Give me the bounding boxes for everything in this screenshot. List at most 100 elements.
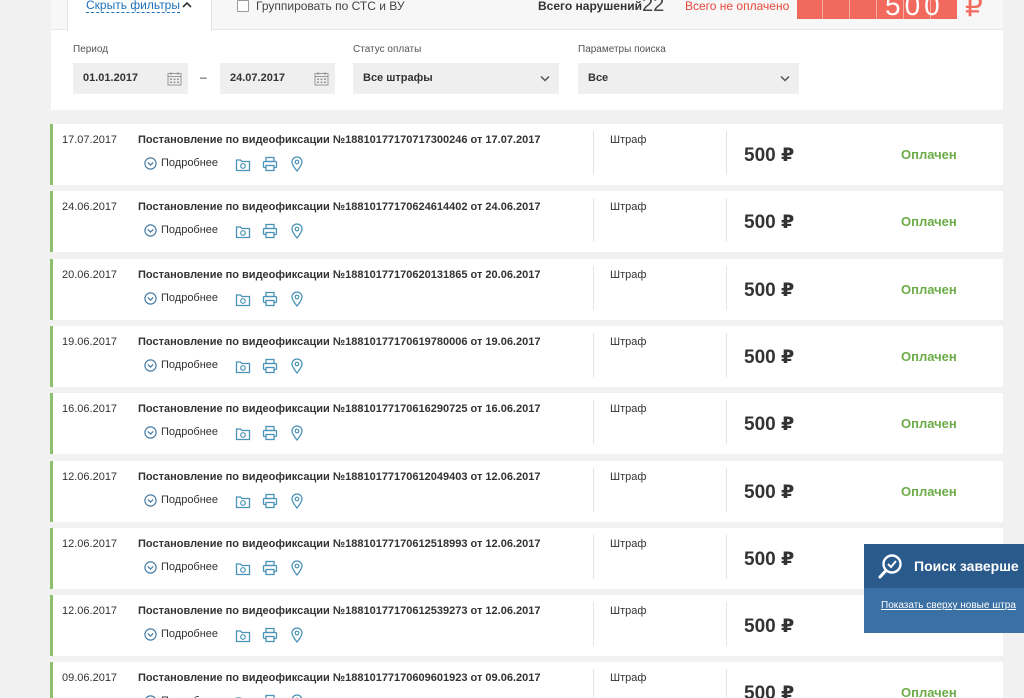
fine-title[interactable]: Постановление по видеофиксации №18810177…	[138, 269, 540, 281]
fine-row[interactable]: 24.06.2017 Постановление по видеофиксации…	[50, 191, 1003, 252]
fine-row[interactable]: 12.06.2017 Постановление по видеофиксации…	[50, 528, 1003, 589]
chevron-down-circle-icon	[144, 359, 157, 372]
camera-folder-icon[interactable]	[235, 493, 251, 509]
payment-status-select[interactable]: Все штрафы	[353, 63, 559, 94]
chevron-down-icon	[780, 75, 790, 82]
printer-icon[interactable]	[262, 560, 278, 576]
camera-folder-icon[interactable]	[235, 560, 251, 576]
fine-row[interactable]: 20.06.2017 Постановление по видеофиксации…	[50, 259, 1003, 320]
map-pin-icon[interactable]	[289, 694, 305, 698]
camera-folder-icon[interactable]	[235, 627, 251, 643]
fine-date: 12.06.2017	[62, 605, 118, 617]
date-from-field[interactable]: 01.01.2017	[73, 63, 188, 94]
fine-title[interactable]: Постановление по видеофиксации №18810177…	[138, 134, 540, 146]
fine-date: 16.06.2017	[62, 403, 118, 415]
column-divider	[593, 198, 594, 242]
fine-title[interactable]: Постановление по видеофиксации №18810177…	[138, 605, 540, 617]
unpaid-label: Всего не оплачено	[685, 0, 790, 13]
fine-type: Штраф	[610, 201, 647, 213]
fine-title[interactable]: Постановление по видеофиксации №18810177…	[138, 336, 540, 348]
camera-folder-icon[interactable]	[235, 358, 251, 374]
map-pin-icon[interactable]	[289, 560, 305, 576]
search-params-label: Параметры поиска	[578, 44, 666, 55]
printer-icon[interactable]	[262, 291, 278, 307]
fine-row[interactable]: 19.06.2017 Постановление по видеофиксации…	[50, 326, 1003, 387]
printer-icon[interactable]	[262, 223, 278, 239]
map-pin-icon[interactable]	[289, 291, 305, 307]
camera-folder-icon[interactable]	[235, 156, 251, 172]
fine-status: Оплачен	[901, 214, 957, 229]
column-divider	[593, 535, 594, 579]
fine-type: Штраф	[610, 605, 647, 617]
fine-date: 20.06.2017	[62, 269, 118, 281]
column-divider	[593, 669, 594, 698]
fine-date: 12.06.2017	[62, 471, 118, 483]
more-details-label: Подробнее	[161, 224, 219, 236]
fine-status: Оплачен	[901, 416, 957, 431]
printer-icon[interactable]	[262, 425, 278, 441]
column-divider	[593, 468, 594, 512]
total-violations-count: 22	[642, 0, 665, 16]
search-complete-toast[interactable]: Поиск заверше Показать сверху новые штра	[864, 544, 1024, 633]
fine-type: Штраф	[610, 471, 647, 483]
fine-title[interactable]: Постановление по видеофиксации №18810177…	[138, 672, 540, 684]
fine-amount: 500 ₽	[744, 212, 795, 233]
fine-title[interactable]: Постановление по видеофиксации №18810177…	[138, 201, 540, 213]
fine-type: Штраф	[610, 403, 647, 415]
column-divider	[726, 602, 727, 646]
calendar-icon[interactable]	[314, 71, 329, 86]
chevron-down-circle-icon	[144, 292, 157, 305]
fine-row[interactable]: 17.07.2017 Постановление по видеофиксации…	[50, 124, 1003, 185]
column-divider	[726, 468, 727, 512]
more-details-label: Подробнее	[161, 426, 219, 438]
printer-icon[interactable]	[262, 358, 278, 374]
more-details-label: Подробнее	[161, 628, 219, 640]
unpaid-amount: 500	[885, 0, 944, 21]
calendar-icon[interactable]	[167, 71, 182, 86]
column-divider	[593, 131, 594, 175]
column-divider	[593, 266, 594, 310]
printer-icon[interactable]	[262, 493, 278, 509]
fine-row[interactable]: 16.06.2017 Постановление по видеофиксации…	[50, 393, 1003, 454]
fine-amount: 500 ₽	[744, 347, 795, 368]
printer-icon[interactable]	[262, 694, 278, 698]
chevron-down-circle-icon	[144, 157, 157, 170]
fine-type: Штраф	[610, 672, 647, 684]
camera-folder-icon[interactable]	[235, 223, 251, 239]
map-pin-icon[interactable]	[289, 627, 305, 643]
camera-folder-icon[interactable]	[235, 291, 251, 307]
camera-folder-icon[interactable]	[235, 425, 251, 441]
fine-title[interactable]: Постановление по видеофиксации №18810177…	[138, 471, 540, 483]
fine-title[interactable]: Постановление по видеофиксации №18810177…	[138, 538, 540, 550]
map-pin-icon[interactable]	[289, 493, 305, 509]
chevron-up-icon[interactable]	[181, 0, 193, 10]
fine-date: 24.06.2017	[62, 201, 118, 213]
printer-icon[interactable]	[262, 156, 278, 172]
filter-panel: Скрыть фильтры Группировать по СТС и ВУ …	[51, 0, 1003, 110]
group-by-checkbox[interactable]	[237, 0, 249, 12]
fine-title[interactable]: Постановление по видеофиксации №18810177…	[138, 403, 540, 415]
fine-amount: 500 ₽	[744, 683, 795, 698]
search-done-icon	[878, 554, 902, 579]
hide-filters-link[interactable]: Скрыть фильтры	[86, 0, 180, 13]
search-params-select[interactable]: Все	[578, 63, 799, 94]
map-pin-icon[interactable]	[289, 223, 305, 239]
printer-icon[interactable]	[262, 627, 278, 643]
fine-type: Штраф	[610, 134, 647, 146]
period-label: Период	[73, 44, 109, 55]
fine-row[interactable]: 12.06.2017 Постановление по видеофиксации…	[50, 595, 1003, 656]
fine-amount: 500 ₽	[744, 414, 795, 435]
column-divider	[726, 400, 727, 444]
date-to-field[interactable]: 24.07.2017	[220, 63, 335, 94]
date-from-value: 01.01.2017	[83, 72, 139, 84]
map-pin-icon[interactable]	[289, 425, 305, 441]
map-pin-icon[interactable]	[289, 358, 305, 374]
camera-folder-icon[interactable]	[235, 694, 251, 698]
column-divider	[726, 333, 727, 377]
fine-row[interactable]: 12.06.2017 Постановление по видеофиксации…	[50, 461, 1003, 522]
fine-type: Штраф	[610, 336, 647, 348]
fine-row[interactable]: 09.06.2017 Постановление по видеофиксации…	[50, 662, 1003, 698]
show-new-fines-link[interactable]: Показать сверху новые штра	[881, 600, 1016, 611]
fine-status: Оплачен	[901, 147, 957, 162]
map-pin-icon[interactable]	[289, 156, 305, 172]
